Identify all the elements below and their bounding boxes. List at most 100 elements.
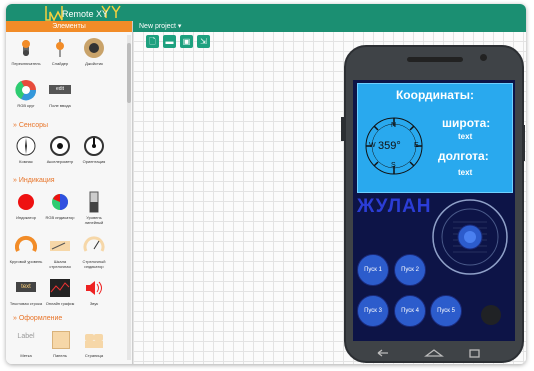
coordinates-title: Координаты: (395, 88, 475, 102)
rgb-wheel-icon (15, 80, 37, 101)
sidebar-item-needle-gauge[interactable]: Стрелочный индикатор (77, 235, 111, 269)
sidebar-item-label: Звук (89, 301, 99, 306)
level-icon (89, 191, 99, 213)
phone-preview: Координаты: N S W E 359° широта: text до… (341, 45, 525, 363)
needle-gauge-icon (83, 236, 105, 252)
project-tab-bar: New project ▾ (133, 21, 526, 32)
app-logo-text: Remote XY (62, 9, 109, 19)
joystick-icon (84, 38, 104, 58)
graph-icon (50, 279, 70, 297)
sidebar-item-label: Уровень линейный (84, 215, 104, 225)
sidebar-item-label: RGB индикатор (45, 215, 75, 220)
sound-icon (86, 281, 102, 295)
start-5-button[interactable]: Пуск 5 (430, 295, 462, 327)
editor-canvas[interactable]: New project ▾ 🗋 ▬ ▣ ⇲ Координаты: N S W … (133, 21, 526, 364)
sidebar-item-scale[interactable]: Шкала стрелочная (43, 235, 77, 269)
elements-sidebar: Элементы Переключатель Слайдер Джойстик … (6, 21, 133, 364)
sidebar-item-accelerometer[interactable]: Акселерометр (43, 135, 77, 164)
sidebar-item-compass[interactable]: Компас (9, 135, 43, 164)
phone-screen: Координаты: N S W E 359° широта: text до… (353, 80, 515, 341)
start-3-button[interactable]: Пуск 3 (357, 295, 389, 327)
sidebar-item-label: Ориентация (82, 159, 106, 164)
start-2-button[interactable]: Пуск 2 (394, 254, 426, 286)
start-1-button[interactable]: Пуск 1 (357, 254, 389, 286)
sidebar-item-orientation[interactable]: Ориентация (77, 135, 111, 164)
sidebar-item-panel[interactable]: Панель (43, 329, 77, 358)
sidebar-item-label: Шкала стрелочная (49, 259, 71, 269)
latitude-value: text (458, 132, 473, 141)
sidebar-item-label: Поле ввода (49, 103, 71, 108)
phone-camera (480, 54, 487, 61)
compass-s-label: S (391, 162, 396, 169)
section-indication[interactable]: » Индикация (13, 177, 55, 184)
round-button[interactable] (481, 305, 501, 325)
sidebar-item-edit-field[interactable]: edit Поле ввода (43, 79, 77, 108)
new-file-icon[interactable]: 🗋 (146, 35, 159, 48)
sidebar-item-sound[interactable]: Звук (77, 277, 111, 306)
panel-icon (52, 331, 70, 349)
device-name-label[interactable]: ЖУЛАН (357, 196, 432, 218)
section-sensors[interactable]: » Сенсоры (13, 122, 48, 129)
sidebar-header[interactable]: Элементы (6, 21, 132, 32)
sidebar-item-page[interactable]: Страница (77, 329, 111, 358)
sidebar-item-rgb-led[interactable]: RGB индикатор (43, 191, 77, 220)
compass-icon (16, 136, 36, 156)
orientation-icon (84, 136, 104, 156)
text-icon: text (16, 282, 36, 292)
sidebar-item-level[interactable]: Уровень линейный (77, 191, 111, 225)
top-bar: Remote XY (6, 4, 526, 21)
sidebar-item-label: Круговой уровень (9, 259, 43, 264)
sidebar-item-joystick[interactable]: Джойстик (77, 37, 111, 66)
sidebar-item-label: Стрелочный индикатор (82, 259, 106, 269)
app-window: Remote XY Элементы Переключатель Слайдер… (6, 4, 526, 364)
compass-value: 359° (378, 140, 401, 152)
sidebar-item-rgb-wheel[interactable]: RGB круг (9, 79, 43, 108)
phone-nav-bar (377, 349, 480, 358)
coordinates-panel[interactable]: Координаты: N S W E 359° широта: text до… (357, 83, 513, 193)
edit-field-icon: edit (49, 85, 71, 94)
sidebar-item-label: Переключатель (11, 61, 41, 66)
sidebar-item-label: RGB круг (17, 103, 35, 108)
switch-icon (22, 40, 30, 56)
led-icon (18, 194, 34, 210)
sidebar-item-text[interactable]: text Текстовая строка (9, 277, 43, 306)
phone-side-button (522, 125, 525, 161)
joystick-icon[interactable] (431, 198, 509, 276)
compass-w-label: W (369, 142, 376, 149)
sidebar-item-slider[interactable]: Слайдер (43, 37, 77, 66)
sidebar-item-label: Слайдер (51, 61, 69, 66)
save-icon[interactable]: ▣ (180, 35, 193, 48)
compass-widget: N S W E 359° (362, 112, 426, 180)
page-icon (85, 334, 103, 348)
sidebar-item-led[interactable]: Индикатор (9, 191, 43, 220)
accelerometer-icon (50, 136, 70, 156)
export-icon[interactable]: ⇲ (197, 35, 210, 48)
open-folder-icon[interactable]: ▬ (163, 35, 176, 48)
sidebar-item-label: Панель (53, 353, 67, 358)
sidebar-item-label: Акселерометр (46, 159, 74, 164)
sidebar-item-switch[interactable]: Переключатель (9, 37, 43, 66)
scale-icon (50, 241, 70, 251)
recents-icon (469, 349, 480, 358)
sidebar-item-graph[interactable]: Онлайн график (43, 277, 77, 306)
longitude-label: долгота: (438, 149, 489, 163)
label-icon: Label (17, 333, 35, 340)
project-tab[interactable]: New project ▾ (139, 22, 181, 30)
section-decor[interactable]: » Оформление (13, 315, 62, 322)
sidebar-scroll-thumb[interactable] (127, 43, 131, 103)
phone-speaker (407, 57, 463, 62)
home-icon (424, 349, 444, 357)
sidebar-item-label-element[interactable]: Label Метка (9, 329, 43, 358)
compass-n-label: N (391, 122, 397, 129)
sidebar-item-label: Джойстик (85, 61, 103, 66)
start-4-button[interactable]: Пуск 4 (394, 295, 426, 327)
phone-side-button (341, 117, 344, 141)
sidebar-item-circular-level[interactable]: Круговой уровень (9, 235, 43, 264)
sidebar-item-label: Компас (19, 159, 33, 164)
slider-icon (56, 39, 64, 57)
rgb-led-icon (52, 194, 68, 210)
sidebar-item-label: Индикатор (16, 215, 36, 220)
back-icon (377, 349, 388, 357)
circular-level-icon (15, 235, 37, 252)
sidebar-item-label: Онлайн график (45, 301, 75, 306)
